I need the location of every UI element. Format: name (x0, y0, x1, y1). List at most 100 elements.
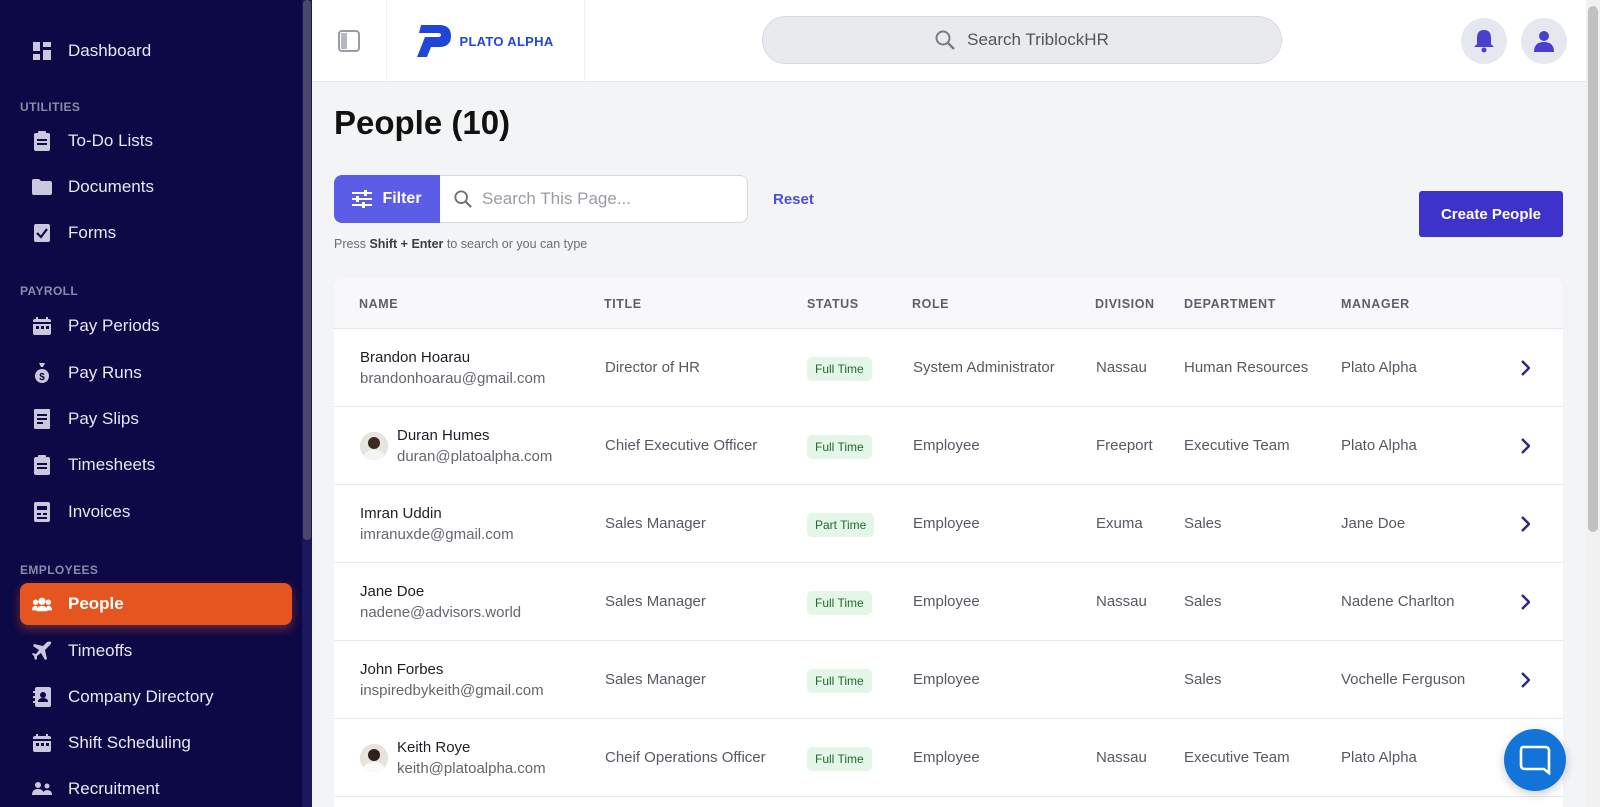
sidebar-item-dashboard[interactable]: Dashboard (20, 30, 292, 72)
global-search-placeholder: Search TriblockHR (967, 30, 1109, 49)
avatar (360, 432, 388, 460)
plato-logo-icon (417, 25, 452, 57)
sidebar-item-todo[interactable]: To-Do Lists (20, 120, 292, 162)
sidebar-item-people[interactable]: People (20, 583, 292, 625)
person-role: Employee (913, 671, 980, 688)
user-icon (1534, 31, 1554, 52)
calendar-icon (32, 733, 52, 753)
sidebar-item-label: Forms (68, 223, 117, 242)
plane-icon (32, 641, 52, 661)
filter-button[interactable]: Filter (334, 175, 440, 223)
sidebar-item-pay-slips[interactable]: Pay Slips (20, 398, 292, 440)
chevron-right-icon[interactable] (1520, 516, 1530, 532)
column-header-name[interactable]: NAME (359, 297, 398, 311)
sidebar-item-timesheets[interactable]: Timesheets (20, 444, 292, 486)
person-department: Executive Team (1184, 437, 1290, 454)
person-manager: Plato Alpha (1341, 359, 1417, 376)
chevron-right-icon[interactable] (1520, 594, 1530, 610)
column-header-status[interactable]: STATUS (807, 297, 859, 311)
chevron-right-icon[interactable] (1520, 438, 1530, 454)
sidebar-item-documents[interactable]: Documents (20, 166, 292, 208)
sidebar-item-pay-periods[interactable]: Pay Periods (20, 305, 292, 347)
sidebar-item-label: Pay Runs (68, 363, 142, 382)
person-title: Cheif Operations Officer (605, 749, 766, 766)
sidebar-item-label: Pay Periods (68, 316, 160, 335)
global-search-input[interactable]: Search TriblockHR (762, 16, 1282, 64)
sidebar-toggle-button[interactable] (312, 0, 387, 82)
hint-keys: Shift + Enter (369, 237, 444, 251)
chevron-right-icon[interactable] (1520, 672, 1530, 688)
table-row[interactable]: Brandon Hoarau brandonhoarau@gmail.com D… (334, 329, 1563, 407)
sidebar-item-timeoffs[interactable]: Timeoffs (20, 630, 292, 672)
person-role: System Administrator (913, 359, 1055, 376)
sidebar-item-forms[interactable]: Forms (20, 212, 292, 254)
page-search-field[interactable] (440, 175, 748, 223)
column-header-department[interactable]: DEPARTMENT (1184, 297, 1276, 311)
bell-icon (1474, 30, 1494, 53)
page-title: People (10) (334, 104, 511, 141)
person-manager: Plato Alpha (1341, 437, 1417, 454)
person-manager: Nadene Charlton (1341, 593, 1455, 610)
table-row[interactable]: Jane Doe nadene@advisors.world Sales Man… (334, 563, 1563, 641)
person-division: Freeport (1096, 437, 1153, 454)
person-division: Nassau (1096, 359, 1147, 376)
person-role: Employee (913, 437, 980, 454)
svg-text:$: $ (39, 372, 45, 383)
topbar: PLATO ALPHA Search TriblockHR (312, 0, 1586, 82)
person-department: Sales (1184, 593, 1222, 610)
table-row[interactable]: Duran Humes duran@platoalpha.com Chief E… (334, 407, 1563, 485)
search-icon (935, 30, 955, 50)
logo[interactable]: PLATO ALPHA (387, 0, 585, 82)
logo-text: PLATO ALPHA (459, 33, 554, 49)
sidebar-item-shift-scheduling[interactable]: Shift Scheduling (20, 722, 292, 764)
main-scrollbar-thumb[interactable] (1588, 6, 1598, 532)
column-header-manager[interactable]: MANAGER (1341, 297, 1410, 311)
sidebar-item-label: Timesheets (68, 455, 156, 474)
person-email: keith@platoalpha.com (397, 760, 546, 777)
person-manager: Plato Alpha (1341, 749, 1417, 766)
sidebar-item-invoices[interactable]: Invoices (20, 491, 292, 533)
column-header-role[interactable]: ROLE (912, 297, 949, 311)
calendar-icon (32, 316, 52, 336)
person-email: duran@platoalpha.com (397, 448, 553, 465)
reset-link[interactable]: Reset (773, 191, 814, 208)
user-menu-button[interactable] (1521, 18, 1567, 64)
page-search-input[interactable] (482, 189, 722, 209)
person-email: brandonhoarau@gmail.com (360, 370, 546, 387)
status-badge: Full Time (807, 669, 872, 693)
chevron-right-icon[interactable] (1520, 360, 1530, 376)
form-check-icon (32, 223, 52, 243)
table-row[interactable]: Keith Roye keith@platoalpha.com Cheif Op… (334, 719, 1563, 797)
sidebar-item-label: Dashboard (68, 41, 152, 60)
sidebar-item-company-directory[interactable]: Company Directory (20, 676, 292, 718)
people-icon (32, 594, 52, 614)
person-email: nadene@advisors.world (360, 604, 522, 621)
notifications-button[interactable] (1461, 18, 1507, 64)
column-header-division[interactable]: DIVISION (1095, 297, 1155, 311)
sidebar-item-label: Recruitment (68, 779, 160, 798)
sidebar-item-recruitment[interactable]: Recruitment (20, 768, 292, 807)
create-people-button[interactable]: Create People (1419, 191, 1563, 237)
dashboard-icon (32, 41, 52, 61)
sidebar-scrollbar-thumb[interactable] (303, 0, 311, 540)
person-name: John Forbes (360, 661, 444, 678)
section-label-employees: EMPLOYEES (20, 563, 99, 577)
person-manager: Vochelle Ferguson (1341, 671, 1466, 688)
invoice-icon (32, 502, 52, 522)
search-icon (454, 190, 472, 208)
table-row[interactable]: John Forbes inspiredbykeith@gmail.com Sa… (334, 641, 1563, 719)
person-title: Sales Manager (605, 671, 706, 688)
sidebar-item-label: To-Do Lists (68, 131, 154, 150)
person-name: Duran Humes (397, 427, 490, 444)
person-department: Executive Team (1184, 749, 1290, 766)
column-header-title[interactable]: TITLE (604, 297, 642, 311)
status-badge: Part Time (807, 513, 875, 537)
table-row[interactable]: Imran Uddin imranuxde@gmail.com Sales Ma… (334, 485, 1563, 563)
clipboard-icon (32, 131, 52, 151)
sidebar-item-pay-runs[interactable]: $ Pay Runs (20, 352, 292, 394)
person-name: Imran Uddin (360, 505, 442, 522)
chat-button[interactable] (1504, 729, 1566, 791)
person-title: Sales Manager (605, 515, 706, 532)
receipt-icon (32, 409, 52, 429)
hint-post: to search or you can type (446, 237, 588, 251)
